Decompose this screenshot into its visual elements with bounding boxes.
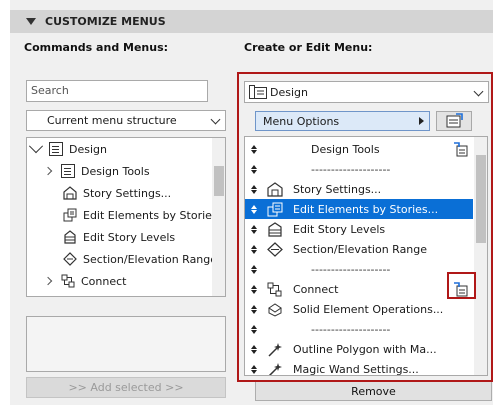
add-selected-button[interactable]: >> Add selected >> xyxy=(26,377,226,398)
customize-menus-panel: CUSTOMIZE MENUS Commands and Menus: Crea… xyxy=(10,0,493,405)
edit-story-levels-icon xyxy=(63,230,77,244)
remove-button[interactable]: Remove xyxy=(255,381,492,401)
scrollbar-thumb[interactable] xyxy=(214,166,224,196)
tree-item-story-settings[interactable]: Story Settings... xyxy=(27,182,213,204)
create-or-edit-menu-label: Create or Edit Menu: xyxy=(244,41,373,54)
section-header[interactable]: CUSTOMIZE MENUS xyxy=(10,10,493,33)
edit-elements-by-stories-icon xyxy=(63,208,77,222)
commands-and-menus-label: Commands and Menus: xyxy=(24,41,169,54)
highlight-frame xyxy=(237,72,493,382)
chevron-right-icon[interactable] xyxy=(43,166,53,176)
tree-item-label: Edit Elements by Stories... xyxy=(83,208,226,222)
section-elevation-range-icon xyxy=(63,252,77,266)
menu-structure-value: Current menu structure xyxy=(47,114,177,127)
chevron-right-icon[interactable] xyxy=(43,276,53,286)
tree-item-edit-story-levels[interactable]: Edit Story Levels xyxy=(27,226,213,248)
connect-icon xyxy=(61,274,75,288)
menu-icon xyxy=(49,142,63,156)
tree-item-label: Connect xyxy=(81,274,127,288)
tree-item-connect[interactable]: Connect xyxy=(27,270,213,292)
tree-item-edit-elements-by-stories[interactable]: Edit Elements by Stories... xyxy=(27,204,225,226)
tree-item-label: Design Tools xyxy=(81,164,150,178)
tree-item-label: Edit Story Levels xyxy=(83,230,176,244)
menu-icon xyxy=(61,164,75,178)
command-description-box xyxy=(26,316,226,372)
tree-item-design[interactable]: Design xyxy=(27,138,213,160)
tree-scrollbar[interactable] xyxy=(212,138,225,296)
menu-structure-dropdown[interactable]: Current menu structure xyxy=(26,110,226,131)
submenu-icon-highlight xyxy=(447,272,476,299)
chevron-down-icon xyxy=(210,114,221,125)
collapse-triangle-icon[interactable] xyxy=(26,18,36,25)
story-settings-icon xyxy=(63,186,77,200)
commands-tree[interactable]: Design Design Tools Story Settings... Ed… xyxy=(26,137,226,297)
section-title: CUSTOMIZE MENUS xyxy=(45,15,166,28)
search-input[interactable]: Search xyxy=(26,80,208,102)
tree-item-label: Story Settings... xyxy=(83,186,172,200)
tree-item-label: Section/Elevation Range xyxy=(83,252,218,266)
chevron-down-icon[interactable] xyxy=(28,139,44,154)
tree-item-label: Design xyxy=(69,142,107,156)
tree-item-section-elevation-range[interactable]: Section/Elevation Range xyxy=(27,248,217,270)
tree-item-design-tools[interactable]: Design Tools xyxy=(27,160,213,182)
